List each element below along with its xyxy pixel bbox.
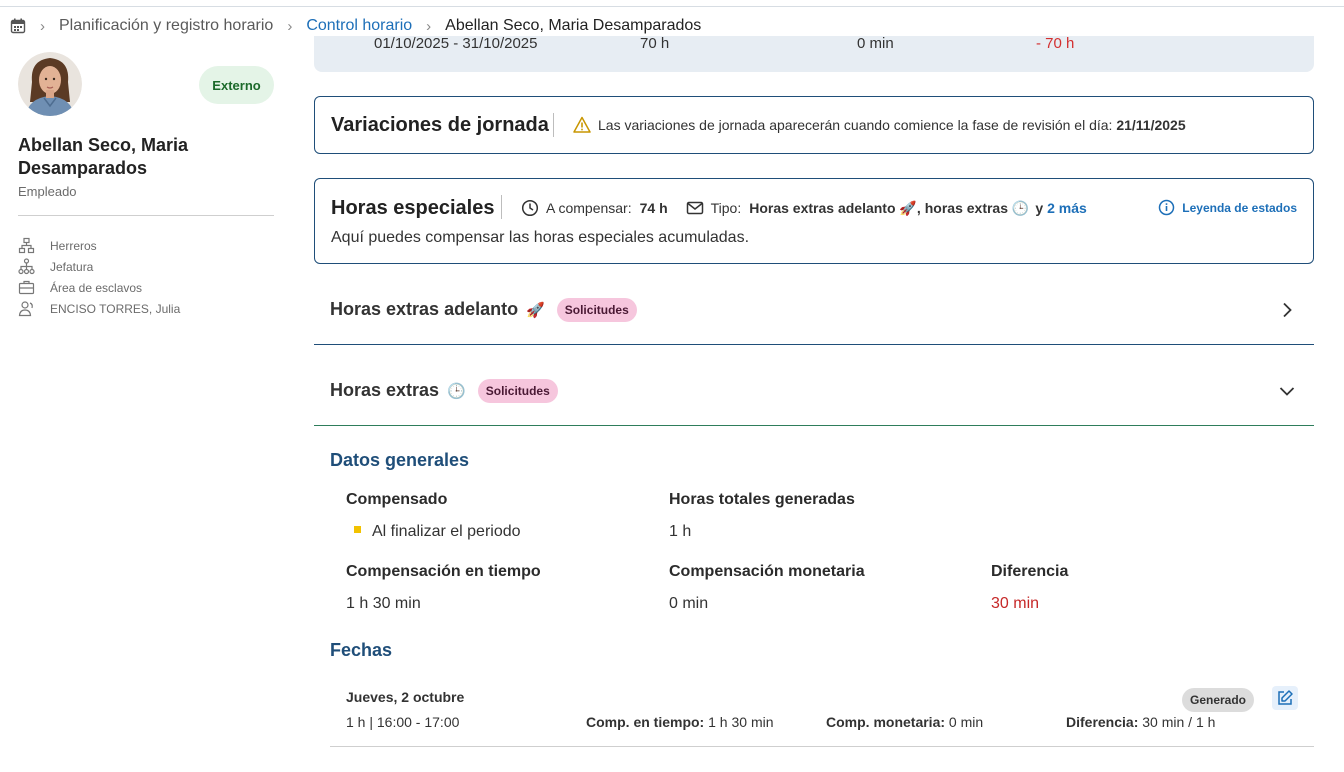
compensado-label: Compensado [346,491,448,508]
clock-icon [521,199,539,217]
legend-label: Leyenda de estados [1182,200,1297,215]
datos-generales-title: Datos generales [330,450,470,470]
fechas-title: Fechas [330,640,393,660]
breadcrumb: › Planificación y registro horario › Con… [10,14,701,38]
breadcrumb-item-control-horario[interactable]: Control horario [306,17,412,35]
diferencia-label: Diferencia [991,563,1069,580]
org-chart-icon [18,237,35,254]
employee-role: Empleado [18,184,77,199]
horas-especiales-description: Aquí puedes compensar las horas especial… [331,229,750,246]
briefcase-icon [18,280,35,295]
top-divider [0,6,1344,7]
accordion-title: Horas extras [330,380,440,400]
employee-name: Abellan Seco, Maria Desamparados [18,135,189,178]
tipo-more-link[interactable]: 2 más [1047,200,1087,216]
fecha-diferencia: Diferencia: 30 min / 1 h [1066,714,1216,730]
avatar [18,52,82,116]
edit-icon [1278,690,1293,705]
person-manager-icon [18,301,33,317]
horas-especiales-card: Horas especiales A compensar: 74 h Tipo:… [314,178,1314,264]
accordion-horas-extras[interactable]: Horas extras 🕒 Solicitudes [314,356,1314,426]
chevron-right-icon[interactable] [1278,301,1296,319]
info-icon [1159,199,1175,216]
breadcrumb-item-current: Abellan Seco, Maria Desamparados [445,17,702,34]
summary-difference: - 70 h [1036,36,1075,52]
title-divider [553,113,554,137]
period-summary-strip: 01/10/2025 - 31/10/2025 70 h 0 min - 70 … [314,36,1314,72]
clock-emoji-icon: 🕒 [447,382,466,400]
solicitudes-pill: Solicitudes [477,378,558,403]
mail-icon [686,201,703,215]
detail-item-manager: ENCISO TORRES, Julia [18,298,180,319]
warning-icon [573,116,591,133]
chevron-right-icon: › [287,17,293,35]
variaciones-title: Variaciones de jornada [331,114,549,136]
solicitudes-pill: Solicitudes [556,297,637,322]
detail-item-position: Jefatura [18,256,180,277]
tipo-separator: , [916,200,921,216]
status-badge: Generado [1182,688,1255,712]
horas-totales-value: 1 h [669,523,692,540]
edit-button[interactable] [1272,686,1298,710]
tipo-value-2: horas extras 🕒 [924,199,1030,216]
variaciones-notice: Las variaciones de jornada aparecerán cu… [573,116,1186,134]
notice-text: Las variaciones de jornada aparecerán cu… [598,117,1113,133]
diferencia-value: 30 min [991,595,1040,612]
detail-label: Área de esclavos [50,280,143,295]
accordion-horas-extras-adelanto[interactable]: Horas extras adelanto 🚀 Solicitudes [314,275,1314,345]
employee-sidebar: Externo Abellan Seco, Maria Desamparados… [18,52,274,317]
horas-especiales-title: Horas especiales [331,197,495,219]
fecha-row: Jueves, 2 octubre Generado 1 h | 16:00 -… [330,680,1314,747]
rocket-icon: 🚀 [526,301,545,319]
compensar-label: A compensar: [546,200,632,216]
tipo-value-1: Horas extras adelanto 🚀 [749,199,917,216]
hierarchy-icon [18,258,35,275]
compensar-value: 74 h [639,200,668,216]
comp-monetaria-label: Compensación monetaria [669,563,865,580]
detail-label: ENCISO TORRES, Julia [50,301,181,316]
summary-hours: 70 h [640,36,670,52]
chevron-down-icon[interactable] [1278,382,1296,400]
status-bullet [354,526,361,534]
comp-tiempo-value: 1 h 30 min [346,595,421,612]
notice-date: 21/11/2025 [1116,117,1186,133]
breadcrumb-item-planificacion[interactable]: Planificación y registro horario [59,17,273,35]
horas-especiales-meta: A compensar: 74 h Tipo: Horas extras ade… [521,199,1087,217]
detail-label: Herreros [50,238,97,253]
fecha-time: 1 h | 16:00 - 17:00 [346,714,460,730]
tipo-label: Tipo: [710,200,742,216]
accordion-title: Horas extras adelanto [330,299,519,319]
external-badge: Externo [199,66,274,104]
detail-item-area: Área de esclavos [18,277,180,298]
summary-period: 01/10/2025 - 31/10/2025 [374,36,538,52]
chevron-right-icon: › [40,17,45,35]
detail-label: Jefatura [50,259,94,274]
sidebar-divider [18,215,274,216]
fecha-comp-monetaria: Comp. monetaria: 0 min [826,714,984,730]
fecha-comp-tiempo: Comp. en tiempo: 1 h 30 min [586,714,774,730]
chevron-right-icon: › [426,17,432,35]
employee-details-list: Herreros Jefatura Área de esclavos ENCIS… [18,235,180,319]
detail-item-department: Herreros [18,235,180,256]
fecha-day: Jueves, 2 octubre [346,689,465,705]
comp-monetaria-value: 0 min [669,595,709,612]
legend-link[interactable]: Leyenda de estados [1158,199,1297,216]
tipo-and: y [1035,200,1044,216]
compensado-value: Al finalizar el periodo [354,523,521,541]
comp-tiempo-label: Compensación en tiempo [346,563,541,580]
title-divider [501,195,502,219]
variaciones-card: Variaciones de jornada Las variaciones d… [314,96,1314,154]
summary-minutes: 0 min [857,36,894,52]
horas-totales-label: Horas totales generadas [669,491,855,508]
calendar-icon [10,18,26,34]
